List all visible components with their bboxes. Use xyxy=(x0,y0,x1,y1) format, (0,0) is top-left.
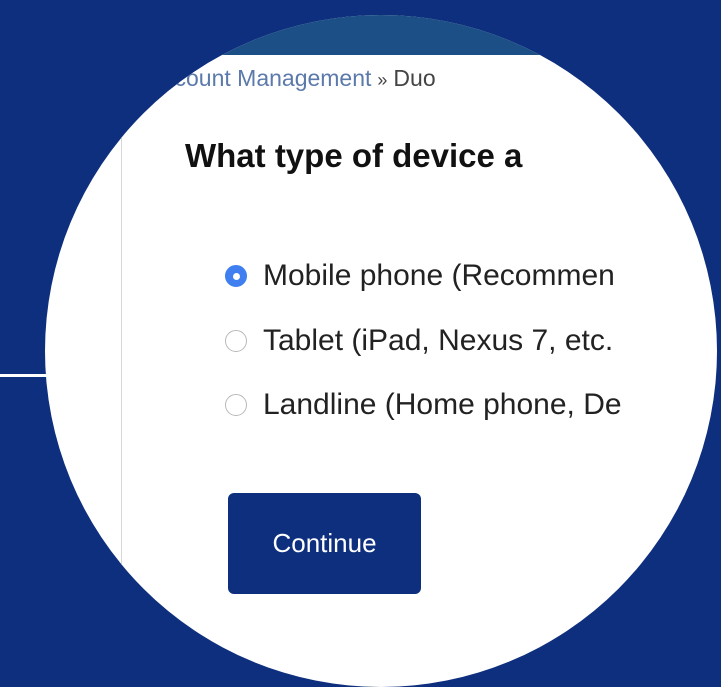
breadcrumb-account-management-link[interactable]: ccount Management xyxy=(163,65,371,91)
continue-button[interactable]: Continue xyxy=(228,493,421,594)
page-title: What type of device a xyxy=(185,137,523,174)
device-option-label: Tablet (iPad, Nexus 7, etc. xyxy=(263,324,614,357)
header-bar xyxy=(45,15,717,55)
radio-landline[interactable] xyxy=(225,394,247,416)
device-option-label: Landline (Home phone, De xyxy=(263,388,622,421)
device-option-label: Mobile phone (Recommen xyxy=(263,259,615,292)
breadcrumb-current: Duo xyxy=(393,65,436,91)
device-option-mobile[interactable]: Mobile phone (Recommen xyxy=(225,259,615,293)
device-option-tablet[interactable]: Tablet (iPad, Nexus 7, etc. xyxy=(225,324,613,358)
radio-mobile[interactable] xyxy=(225,265,247,287)
breadcrumb: ccount Management » Duo xyxy=(163,65,436,92)
radio-tablet[interactable] xyxy=(225,330,247,352)
magnifier-lens: ccount Management » Duo What type of devic… xyxy=(45,15,717,687)
device-option-landline[interactable]: Landline (Home phone, De xyxy=(225,388,622,422)
content-divider xyxy=(121,115,122,595)
breadcrumb-separator: » xyxy=(377,70,388,90)
